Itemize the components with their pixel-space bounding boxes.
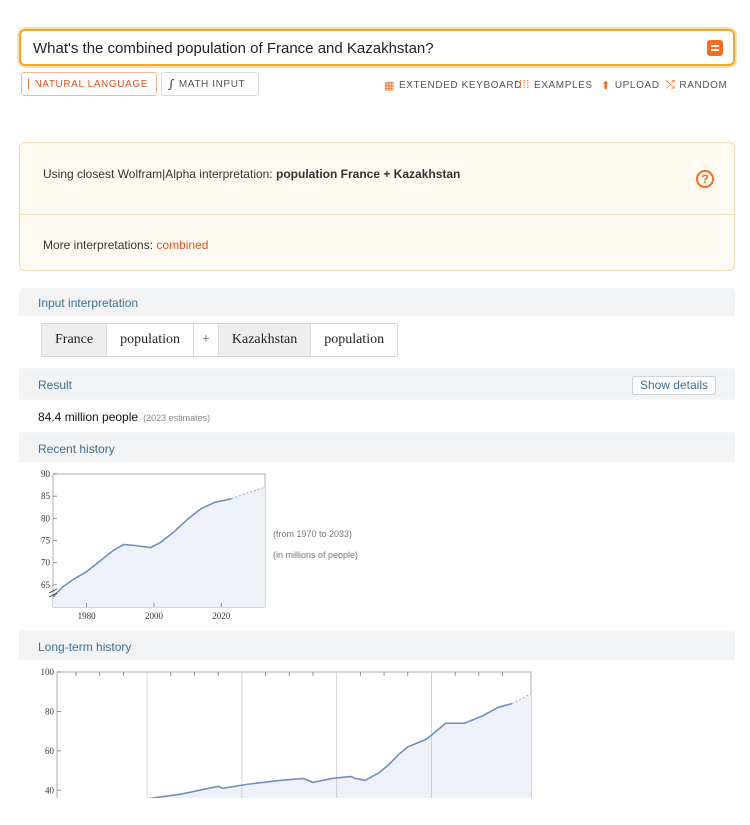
table-cell-country-1: France [42, 324, 108, 356]
math-input-icon: ∫ [168, 77, 175, 91]
natural-language-icon [28, 78, 42, 90]
upload-icon: ⬆ [601, 80, 611, 92]
recent-range-note: (from 1970 to 2033) [273, 529, 353, 539]
shuffle-icon: ⤭ [666, 79, 676, 91]
y-tick-label: 90 [41, 469, 51, 479]
submit-equals-icon[interactable] [707, 40, 723, 56]
recent-history-chart: 65 70 75 80 85 90 1980 2000 2020 [41, 469, 266, 621]
result-value: 84.4 million people (2023 estimates) [38, 410, 210, 424]
interpretation-panel: Using closest Wolfram|Alpha interpretati… [19, 142, 735, 271]
y-tick-label: 65 [41, 580, 51, 590]
viewport-bottom [0, 798, 750, 825]
show-details-button[interactable]: Show details [631, 376, 716, 395]
y-tick-label: 75 [41, 536, 51, 546]
table-cell-country-2: Kazakhstan [218, 324, 312, 356]
examples-link[interactable]: ⁞⁞⁞ EXAMPLES [519, 79, 593, 91]
math-input-label: MATH INPUT [178, 78, 246, 90]
natural-language-label: NATURAL LANGUAGE [34, 78, 148, 90]
y-tick-label: 40 [45, 785, 55, 795]
more-interpretations: More interpretations: combined [43, 238, 208, 252]
pod-title-result: Result [19, 370, 735, 398]
random-label: RANDOM [679, 80, 728, 91]
grid-dots-icon: ⁞⁞⁞ [519, 79, 530, 91]
table-cell-property-2: population [324, 332, 385, 347]
x-tick-label: 2020 [212, 611, 231, 621]
extended-keyboard-link[interactable]: ▦ EXTENDED KEYBOARD [384, 79, 522, 92]
y-tick-label: 60 [45, 746, 55, 756]
y-tick-label: 85 [41, 491, 51, 501]
interpretation-bold: population France + Kazakhstan [276, 167, 461, 181]
table-cell-property-1: population [107, 324, 194, 356]
y-tick-label: 80 [45, 706, 55, 716]
upload-label: UPLOAD [614, 80, 660, 91]
pod-title-recent-history: Recent history [19, 434, 735, 462]
x-tick-label: 1980 [78, 611, 97, 621]
natural-language-button[interactable]: NATURAL LANGUAGE [21, 72, 157, 96]
search-query-text[interactable]: What's the combined population of France… [33, 40, 434, 57]
extended-keyboard-label: EXTENDED KEYBOARD [399, 80, 523, 91]
search-input[interactable]: What's the combined population of France… [19, 29, 735, 66]
table-cell-operator: + [193, 324, 219, 356]
combined-interpretation-link[interactable]: combined [156, 238, 208, 252]
recent-unit-note: (in millions of people) [273, 550, 359, 560]
help-icon[interactable]: ? [696, 170, 714, 188]
keyboard-icon: ▦ [384, 80, 395, 92]
examples-label: EXAMPLES [533, 79, 593, 91]
math-input-button[interactable]: ∫ MATH INPUT [161, 72, 259, 96]
interpretation-text: Using closest Wolfram|Alpha interpretati… [43, 167, 463, 181]
input-interpretation-table: France population + Kazakhstan populatio… [41, 323, 399, 357]
more-interpretations-label: More interpretations: [43, 238, 157, 252]
pod-title-input-interpretation: Input interpretation [19, 288, 735, 316]
interpretation-divider [20, 214, 734, 215]
y-tick-label: 100 [41, 667, 55, 677]
y-tick-label: 70 [41, 558, 51, 568]
long-term-history-chart: 40 60 80 100 [41, 667, 532, 808]
result-number: 84.4 million people [38, 410, 139, 424]
pod-title-long-term-history: Long-term history [19, 632, 735, 660]
y-tick-label: 80 [41, 513, 51, 523]
result-note: (2023 estimates) [143, 413, 211, 423]
random-link[interactable]: ⤭ RANDOM [666, 79, 727, 92]
upload-link[interactable]: ⬆ UPLOAD [601, 79, 660, 92]
x-tick-label: 2000 [145, 611, 164, 621]
interpretation-prefix: Using closest Wolfram|Alpha interpretati… [43, 167, 276, 181]
results-panel: Input interpretation France population +… [19, 288, 735, 808]
